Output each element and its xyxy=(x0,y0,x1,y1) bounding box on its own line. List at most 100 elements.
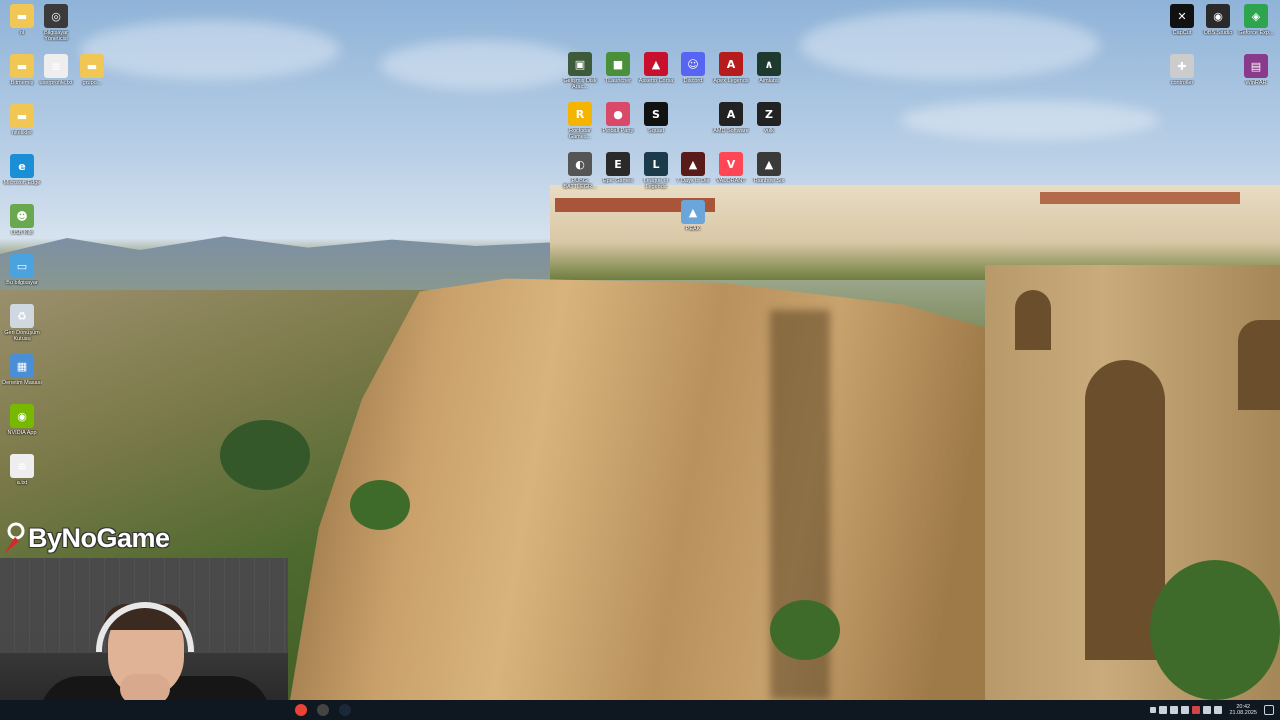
shortcut-label: Denetim Masası xyxy=(2,380,42,386)
game-icon: ▲ xyxy=(644,52,668,76)
shortcut-label: controller xyxy=(1170,80,1194,86)
desktop-shortcut-nitelikler[interactable]: ▬ nitelikler xyxy=(2,104,42,136)
desktop-shortcut-pubg-battlegr[interactable]: ◐ PUBG: BATTLEGR... xyxy=(560,152,600,190)
shortcut-label: USB Kilit xyxy=(11,230,33,236)
obs-icon xyxy=(317,704,329,716)
desktop-shortcut-obs-studio[interactable]: ◉ OBS Studio xyxy=(1198,4,1238,36)
speaker-icon[interactable] xyxy=(1214,706,1223,714)
chevron-up-icon[interactable] xyxy=(1150,707,1157,713)
streamer-brand: ByNoGame xyxy=(0,518,170,558)
shortcut-label: AMD Software xyxy=(713,128,749,134)
discord-icon: ☺ xyxy=(681,52,705,76)
microphone-icon[interactable] xyxy=(1159,706,1168,714)
computer-icon: ▭ xyxy=(10,254,34,278)
taskbar-app-chrome[interactable] xyxy=(290,700,312,720)
shortcut-label: nitelikler xyxy=(11,130,33,136)
shortcut-label: NVIDIA App xyxy=(7,430,37,436)
desktop-shortcut-7-days-to-die[interactable]: ▲ 7 Days to Die xyxy=(673,152,713,184)
desktop-shortcut-valorant[interactable]: V VALORANT xyxy=(711,152,751,184)
desktop-shortcut-squad[interactable]: S Squad xyxy=(636,102,676,134)
shortcut-label: Squad xyxy=(648,128,664,134)
shortcut-label: OBS Studio xyxy=(1203,30,1233,36)
desktop-shortcut-gelişmiş-disk-arac[interactable]: ▣ Gelişmiş Disk Arac... xyxy=(560,52,600,90)
folder-icon: ▬ xyxy=(10,4,34,28)
desktop-shortcut-bilgisayar-yöneticisi[interactable]: ◎ Bilgisayar Yöneticisi xyxy=(36,4,76,42)
shortcut-label: Gelişmiş Disk Arac... xyxy=(563,78,597,90)
shortcut-label: Aimlabs xyxy=(759,78,779,84)
shortcut-label: grupo... xyxy=(82,80,102,86)
desktop-shortcut-denetim-masası[interactable]: ▦ Denetim Masası xyxy=(2,354,42,386)
helmet-icon: ◐ xyxy=(568,152,592,176)
desktop-shortcut-discord[interactable]: ☺ Discord xyxy=(673,52,713,84)
disk-icon: ▣ xyxy=(568,52,592,76)
app-tray-icon[interactable] xyxy=(1192,706,1201,714)
steam-icon xyxy=(339,704,351,716)
shortcut-label: Apex Legends xyxy=(713,78,749,84)
desktop-shortcut-pinball-party[interactable]: ● Pinball Party xyxy=(598,102,638,134)
desktop-shortcut-winrar[interactable]: ▤ WinRAR xyxy=(1236,54,1276,86)
taskbar-apps xyxy=(290,700,356,720)
folder-icon: ▬ xyxy=(80,54,104,78)
bush xyxy=(770,600,840,660)
desktop-shortcut-league-of-legends[interactable]: L League of Legends xyxy=(636,152,676,190)
desktop-shortcut-epic-games[interactable]: E Epic Games xyxy=(598,152,638,184)
app-tray-icon[interactable] xyxy=(1181,706,1190,714)
shortcut-label: Discord xyxy=(683,78,703,84)
folder-icon: ▬ xyxy=(10,54,34,78)
desktop-shortcut-geri-dönüşüm-kutusu[interactable]: ♻ Geri Dönüşüm Kutusu xyxy=(2,304,42,342)
clock-date: 21.08.2025 xyxy=(1229,710,1257,716)
shortcut-label: Geforce Exp... xyxy=(1238,30,1274,36)
desktop-shortcut-userprofile-txt[interactable]: ≡ userprofile.txt xyxy=(36,54,76,86)
text-file-icon: ≡ xyxy=(10,454,34,478)
bridge-arch xyxy=(1238,320,1280,410)
recycle-bin-icon: ♻ xyxy=(10,304,34,328)
desktop-shortcut-assetto-corsa[interactable]: ▲ Assetto Corsa xyxy=(636,52,676,84)
shortcut-label: Epic Games xyxy=(603,178,633,184)
shortcut-label: WinRAR xyxy=(1245,80,1267,86)
taskbar-clock[interactable]: 20:42 21.08.2025 xyxy=(1229,704,1257,716)
nvidia-icon: ◉ xyxy=(10,404,34,428)
network-icon[interactable] xyxy=(1170,706,1179,714)
desktop-shortcut-amd-software[interactable]: A AMD Software xyxy=(711,102,751,134)
desktop-shortcut-bu-bilgisayar[interactable]: ▭ Bu bilgisayar xyxy=(2,254,42,286)
cloud xyxy=(380,40,580,90)
user-icon: ☻ xyxy=(10,204,34,228)
desktop-shortcut-capcut[interactable]: ✕ CapCut xyxy=(1162,4,1202,36)
taskbar: 20:42 21.08.2025 xyxy=(0,700,1280,720)
wifi-icon[interactable] xyxy=(1203,706,1212,714)
brand-name: ByNoGame xyxy=(28,522,170,553)
desktop-shortcut-tlauncher[interactable]: ■ TLauncher xyxy=(598,52,638,84)
cloud xyxy=(800,10,1100,80)
desktop-shortcut-geforce-exp[interactable]: ◈ Geforce Exp... xyxy=(1236,4,1276,36)
shortcut-label: Bu bilgisayar xyxy=(6,280,38,286)
desktop-shortcut-apex-legends[interactable]: A Apex Legends xyxy=(711,52,751,84)
folder-icon: ▬ xyxy=(10,104,34,128)
desktop-shortcut-grupo[interactable]: ▬ grupo... xyxy=(72,54,112,86)
taskbar-app-obs[interactable] xyxy=(312,700,334,720)
shortcut-label: PEAK xyxy=(685,226,701,232)
shortcut-label: Bilgisayar Yöneticisi xyxy=(44,30,68,42)
desktop-shortcut-microsoft-edge[interactable]: e Microsoft Edge xyxy=(2,154,42,186)
webcam-feed xyxy=(0,558,288,700)
desktop-shortcut-aimlabs[interactable]: ∧ Aimlabs xyxy=(749,52,789,84)
minecraft-icon: ■ xyxy=(606,52,630,76)
notification-icon[interactable] xyxy=(1264,705,1274,715)
desktop-shortcut-peak[interactable]: ▲ PEAK xyxy=(673,200,713,232)
shortcut-label: TLauncher xyxy=(604,78,632,84)
desktop-shortcut-controller[interactable]: ✚ controller xyxy=(1162,54,1202,86)
shortcut-label: Assetto Corsa xyxy=(638,78,674,84)
control-panel-icon: ▦ xyxy=(10,354,34,378)
shortcut-label: Microsoft Edge xyxy=(3,180,41,186)
app-circle-icon: ◎ xyxy=(44,4,68,28)
bush xyxy=(220,420,310,490)
taskbar-app-steam[interactable] xyxy=(334,700,356,720)
desktop-shortcut-nvidia-app[interactable]: ◉ NVIDIA App xyxy=(2,404,42,436)
desktop-shortcut-usb-kilit[interactable]: ☻ USB Kilit xyxy=(2,204,42,236)
shortcut-label: Pinball Party xyxy=(602,128,634,134)
shortcut-label: VALORANT xyxy=(716,178,746,184)
desktop-shortcut-rockstar-games[interactable]: R Rockstar Games... xyxy=(560,102,600,140)
desktop-shortcut-a-txt[interactable]: ≡ a.txt xyxy=(2,454,42,486)
aimlabs-icon: ∧ xyxy=(757,52,781,76)
desktop-shortcut-rainbow-six[interactable]: ▲ Rainbow Six xyxy=(749,152,789,184)
desktop-shortcut-vulk[interactable]: Zvulk xyxy=(749,102,789,134)
